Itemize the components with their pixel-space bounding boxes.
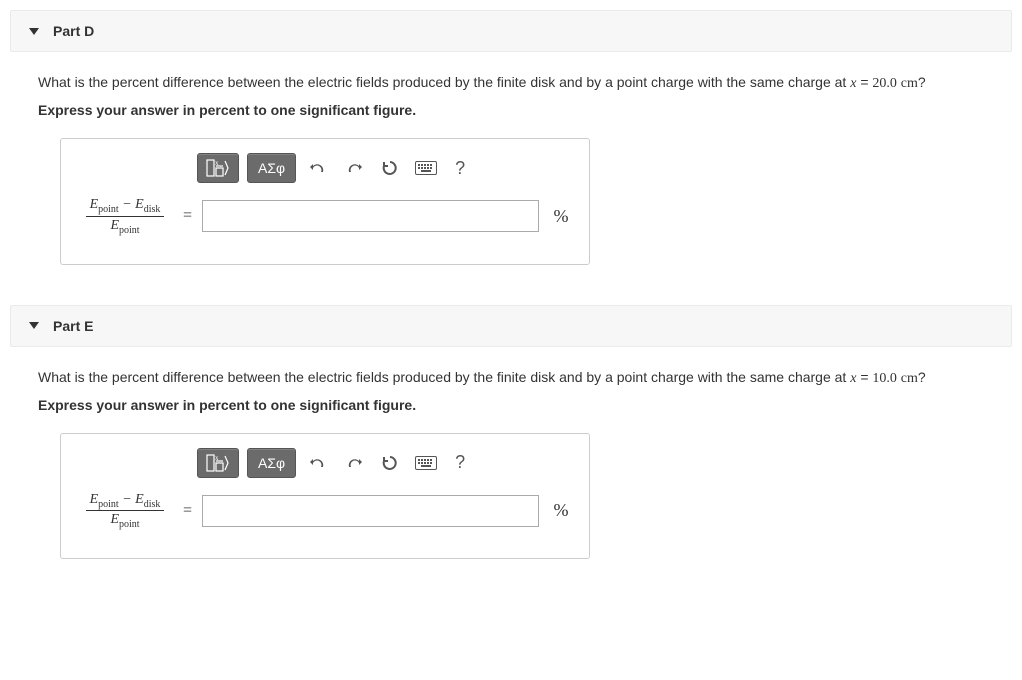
help-button[interactable]: ? xyxy=(448,451,472,475)
svg-text:x: x xyxy=(215,454,219,462)
equals-sign: = xyxy=(183,207,192,225)
num-sub1: point xyxy=(98,204,119,215)
num-e2: E xyxy=(135,197,144,212)
caret-down-icon[interactable] xyxy=(29,28,39,35)
x-variable: x xyxy=(850,76,856,91)
redo-button[interactable] xyxy=(340,449,368,477)
den-sub: point xyxy=(119,519,140,530)
reset-icon xyxy=(381,454,399,472)
den-e: E xyxy=(110,218,119,233)
question-text: What is the percent difference between t… xyxy=(10,367,1012,389)
num-sub1: point xyxy=(98,498,119,509)
keyboard-icon xyxy=(415,161,437,175)
formula-label: Epoint − Edisk Epoint xyxy=(77,197,173,236)
x-unit: cm xyxy=(901,76,918,91)
templates-button[interactable]: x xyxy=(197,153,239,183)
reset-button[interactable] xyxy=(376,154,404,182)
keyboard-button[interactable] xyxy=(412,154,440,182)
reset-icon xyxy=(381,159,399,177)
keyboard-button[interactable] xyxy=(412,449,440,477)
den-sub: point xyxy=(119,225,140,236)
undo-button[interactable] xyxy=(304,449,332,477)
part-header[interactable]: Part E xyxy=(10,305,1012,347)
svg-text:x: x xyxy=(215,159,219,167)
undo-icon xyxy=(309,455,327,471)
answer-input[interactable] xyxy=(202,200,539,232)
instruction: Express your answer in percent to one si… xyxy=(10,102,1012,118)
part-title: Part D xyxy=(53,23,94,39)
den-e: E xyxy=(110,512,119,527)
question-suffix: ? xyxy=(918,74,926,90)
question-text: What is the percent difference between t… xyxy=(10,72,1012,94)
answer-toolbar: x ΑΣφ ? xyxy=(197,448,573,478)
num-e2: E xyxy=(135,492,144,507)
answer-input[interactable] xyxy=(202,495,539,527)
greek-symbols-button[interactable]: ΑΣφ xyxy=(247,153,296,183)
templates-button[interactable]: x xyxy=(197,448,239,478)
answer-container: x ΑΣφ ? xyxy=(60,138,590,265)
unit-label: % xyxy=(549,500,573,521)
greek-symbols-button[interactable]: ΑΣφ xyxy=(247,448,296,478)
num-e1: E xyxy=(90,197,99,212)
redo-icon xyxy=(345,455,363,471)
answer-toolbar: x ΑΣφ ? xyxy=(197,153,573,183)
part-header[interactable]: Part D xyxy=(10,10,1012,52)
input-row: Epoint − Edisk Epoint = % xyxy=(77,197,573,236)
keyboard-icon xyxy=(415,456,437,470)
template-icon: x xyxy=(206,454,230,472)
num-sub2: disk xyxy=(144,498,161,509)
undo-icon xyxy=(309,160,327,176)
input-row: Epoint − Edisk Epoint = % xyxy=(77,492,573,531)
equals-sign: = xyxy=(183,502,192,520)
part-e: Part E What is the percent difference be… xyxy=(10,305,1012,560)
caret-down-icon[interactable] xyxy=(29,322,39,329)
question-prefix: What is the percent difference between t… xyxy=(38,74,850,90)
num-minus: − xyxy=(119,492,135,507)
unit-label: % xyxy=(549,206,573,227)
num-minus: − xyxy=(119,197,135,212)
redo-button[interactable] xyxy=(340,154,368,182)
part-d: Part D What is the percent difference be… xyxy=(10,10,1012,265)
x-value: 20.0 xyxy=(872,76,897,91)
formula-label: Epoint − Edisk Epoint xyxy=(77,492,173,531)
x-unit: cm xyxy=(901,371,918,386)
num-sub2: disk xyxy=(144,204,161,215)
part-title: Part E xyxy=(53,318,93,334)
redo-icon xyxy=(345,160,363,176)
template-icon: x xyxy=(206,159,230,177)
num-e1: E xyxy=(90,492,99,507)
x-value: 10.0 xyxy=(872,371,897,386)
undo-button[interactable] xyxy=(304,154,332,182)
reset-button[interactable] xyxy=(376,449,404,477)
x-variable: x xyxy=(850,371,856,386)
answer-container: x ΑΣφ ? xyxy=(60,433,590,560)
help-button[interactable]: ? xyxy=(448,156,472,180)
question-suffix: ? xyxy=(918,369,926,385)
instruction: Express your answer in percent to one si… xyxy=(10,397,1012,413)
question-prefix: What is the percent difference between t… xyxy=(38,369,850,385)
